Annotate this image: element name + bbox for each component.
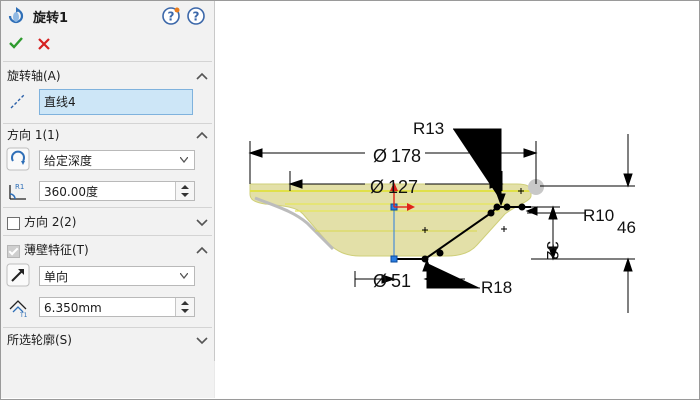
section-direction1-label[interactable]: 方向 1(1) (7, 126, 59, 144)
end-condition-value: 给定深度 (44, 154, 93, 168)
dim-127-value: 127 (388, 177, 418, 197)
svg-text:R1: R1 (15, 183, 24, 191)
divider (3, 327, 212, 328)
thickness-input[interactable]: 6.350mm (39, 297, 195, 317)
help-icon[interactable]: ? (186, 6, 206, 26)
chevron-down-icon[interactable] (196, 335, 208, 345)
dim-r13[interactable]: R13 (413, 119, 444, 138)
section-direction2-label[interactable]: 方向 2(2) (24, 213, 76, 231)
feature-title: 旋转1 (33, 11, 69, 26)
chevron-down-icon (180, 157, 188, 163)
section-contours-label[interactable]: 所选轮廓(S) (7, 331, 72, 349)
reverse-direction-icon[interactable] (6, 147, 30, 171)
divider (3, 61, 212, 62)
thickness-value: 6.350mm (44, 301, 102, 315)
pm-header: 旋转1 ? ? (1, 1, 214, 31)
thin-feature-checkbox[interactable] (7, 245, 20, 258)
sketch-viewport[interactable]: Ø 178 Ø 127 Ø 51 R13 R10 R18 46 32 (215, 1, 699, 398)
dim-diameter-51[interactable]: Ø 51 (373, 271, 411, 291)
question-help-icon[interactable]: ? (161, 6, 181, 26)
dim-r10[interactable]: R10 (583, 206, 614, 225)
thin-type-value: 单向 (44, 270, 69, 284)
dim-diameter-178[interactable]: Ø 178 (373, 146, 421, 166)
axis-selection-box[interactable]: 直线4 (39, 89, 193, 115)
green-check-icon[interactable] (8, 35, 24, 51)
angle-input[interactable]: 360.00度 (39, 181, 195, 201)
thickness-icon: T1 (9, 300, 28, 319)
dim-r18[interactable]: R18 (481, 278, 512, 297)
axis-line-icon (10, 93, 26, 109)
graphics-area[interactable]: Ø 178 Ø 127 Ø 51 R13 R10 R18 46 32 (215, 1, 699, 398)
revolve-icon (8, 7, 24, 24)
svg-text:Ø: Ø (373, 271, 387, 291)
angle-value: 360.00度 (44, 185, 98, 199)
axis-value: 直线4 (44, 95, 76, 109)
dim-178-value: 178 (391, 146, 421, 166)
divider (3, 123, 212, 124)
thin-direction-icon[interactable] (6, 263, 30, 287)
angle-spinner[interactable] (175, 182, 194, 200)
chevron-down-icon (180, 273, 188, 279)
section-thin-label[interactable]: 薄壁特征(T) (24, 241, 89, 259)
thin-type-dropdown[interactable]: 单向 (39, 266, 195, 286)
dim-32[interactable]: 32 (543, 241, 562, 260)
end-condition-dropdown[interactable]: 给定深度 (39, 150, 195, 170)
svg-text:?: ? (193, 10, 200, 24)
dim-51-value: 51 (391, 271, 411, 291)
section-axis-label[interactable]: 旋转轴(A) (7, 67, 61, 85)
dim-46[interactable]: 46 (617, 218, 636, 237)
divider (3, 207, 212, 208)
dim-diameter-127[interactable]: Ø 127 (370, 177, 418, 197)
divider (3, 235, 212, 236)
chevron-up-icon[interactable] (196, 245, 208, 255)
chevron-down-icon[interactable] (196, 217, 208, 227)
red-x-icon[interactable] (37, 37, 51, 51)
chevron-up-icon[interactable] (196, 71, 208, 81)
property-manager: 旋转1 ? ? 旋转轴(A) 直线4 方向 1(1) 给定深度 R1 360.0… (1, 1, 215, 398)
angle-icon: R1 (9, 183, 26, 200)
svg-text:T1: T1 (19, 312, 28, 319)
svg-text:?: ? (168, 10, 175, 24)
chevron-up-icon[interactable] (196, 130, 208, 140)
svg-text:Ø: Ø (370, 177, 384, 197)
thickness-spinner[interactable] (175, 298, 194, 316)
svg-text:Ø: Ø (373, 146, 387, 166)
direction2-checkbox[interactable] (7, 217, 20, 230)
